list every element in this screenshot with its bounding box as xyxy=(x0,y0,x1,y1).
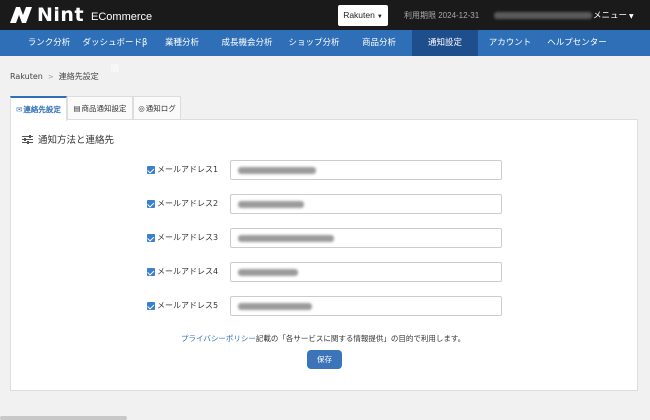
nav-item-industry-analysis[interactable]: 業種分析 xyxy=(156,30,208,56)
nav-item-account[interactable]: アカウント xyxy=(484,30,536,56)
email-checkbox-4[interactable] xyxy=(147,268,155,276)
tab-label: 通知ログ xyxy=(145,104,176,113)
contact-settings-panel: 通知方法と連絡先 メールアドレス1 メールアドレス2 メールアドレス3 メールア… xyxy=(10,119,638,391)
user-menu[interactable]: メニュー ▼ xyxy=(494,9,634,21)
tab-label: 商品通知設定 xyxy=(81,104,127,113)
nav-item-rank-analysis[interactable]: ランク分析 xyxy=(18,30,80,56)
horizontal-scrollbar[interactable] xyxy=(0,416,127,420)
email-checkbox-3[interactable] xyxy=(147,234,155,242)
nav-item-shop-analysis[interactable]: ショップ分析 xyxy=(284,30,344,56)
nav-item-help-center[interactable]: ヘルプセンター xyxy=(542,30,612,56)
email-label-4: メールアドレス4 xyxy=(157,267,219,276)
panel-title-text: 通知方法と連絡先 xyxy=(38,135,115,146)
redacted-email xyxy=(238,235,334,242)
email-field-5[interactable] xyxy=(230,296,502,316)
tab-contact-settings[interactable]: ✉連絡先設定 xyxy=(10,96,67,121)
top-bar: Nint ECommerce Rakuten ▼ 利用期限 2024-12-31 … xyxy=(0,0,650,30)
save-button[interactable]: 保存 xyxy=(307,350,342,369)
email-label-3: メールアドレス3 xyxy=(157,233,219,242)
breadcrumb-separator-icon: > xyxy=(47,73,54,81)
email-field-4[interactable] xyxy=(230,262,502,282)
chevron-down-icon: ▼ xyxy=(629,13,634,20)
redacted-email xyxy=(238,303,312,310)
subscription-period: 利用期限 2024-12-31 xyxy=(404,11,480,20)
redacted-email xyxy=(238,269,298,276)
tab-label: 連絡先設定 xyxy=(23,105,61,114)
logo-text: Nint xyxy=(37,4,85,26)
nav-item-product-analysis[interactable]: 商品分析 xyxy=(352,30,406,56)
logo-subtitle: ECommerce xyxy=(91,10,153,23)
envelope-icon: ✉ xyxy=(16,105,23,114)
tab-product-notification-settings[interactable]: ▤商品通知設定 xyxy=(67,96,133,120)
email-field-2[interactable] xyxy=(230,194,502,214)
privacy-policy-link[interactable]: プライバシーポリシー xyxy=(181,334,256,343)
redacted-email xyxy=(238,201,304,208)
tab-notification-log[interactable]: ◎通知ログ xyxy=(133,96,181,120)
privacy-notice: プライバシーポリシー記載の「各サービスに関する情報提供」の目的で利用します。 xyxy=(181,333,465,344)
privacy-notice-text: 記載の「各サービスに関する情報提供」の目的で利用します。 xyxy=(255,334,466,343)
nav-item-notification-settings[interactable]: 通知設定 xyxy=(412,30,478,56)
sliders-icon xyxy=(22,134,33,144)
logo[interactable]: Nint ECommerce xyxy=(8,5,152,25)
table-icon: ▤ xyxy=(73,104,81,113)
email-checkbox-5[interactable] xyxy=(147,302,155,310)
email-field-3[interactable] xyxy=(230,228,502,248)
nav-item-growth-analysis[interactable]: 成長機会分析 xyxy=(214,30,280,56)
email-checkbox-1[interactable] xyxy=(147,166,155,174)
email-field-1[interactable] xyxy=(230,160,502,180)
breadcrumb-current: 連絡先設定 xyxy=(58,72,99,81)
panel-title: 通知方法と連絡先 xyxy=(22,132,114,146)
nav-item-dashboard[interactable]: ダッシュボードβ版 xyxy=(80,30,150,74)
email-checkbox-2[interactable] xyxy=(147,200,155,208)
bell-icon: ◎ xyxy=(138,104,145,113)
email-label-5: メールアドレス5 xyxy=(157,301,219,310)
chevron-down-icon: ▼ xyxy=(376,14,383,20)
redacted-email xyxy=(238,167,316,174)
shop-selector-label: Rakuten xyxy=(343,10,375,20)
logo-mark-icon xyxy=(10,7,32,23)
redacted-user-name xyxy=(494,11,592,19)
shop-selector[interactable]: Rakuten ▼ xyxy=(338,5,388,26)
user-menu-label: メニュー ▼ xyxy=(593,11,634,21)
main-nav: ランク分析 ダッシュボードβ版 業種分析 成長機会分析 ショップ分析 商品分析 … xyxy=(0,30,650,74)
email-label-1: メールアドレス1 xyxy=(157,165,219,174)
breadcrumb-root[interactable]: Rakuten xyxy=(10,72,43,81)
email-label-2: メールアドレス2 xyxy=(157,199,219,208)
breadcrumb: Rakuten > 連絡先設定 xyxy=(10,71,99,82)
